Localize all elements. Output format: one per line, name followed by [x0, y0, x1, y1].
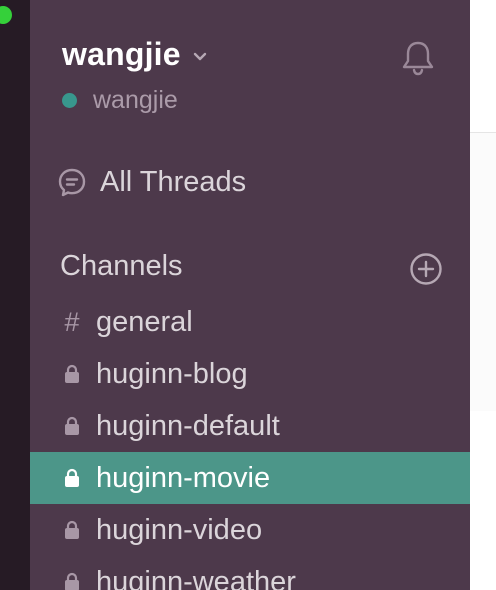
- channel-item-huginn-blog[interactable]: huginn-blog: [30, 348, 470, 400]
- app-window: wangjie wangjie All Threads Channels # g…: [0, 0, 496, 590]
- channel-label: general: [96, 305, 193, 338]
- channel-list: # general huginn-blog huginn-default hug…: [30, 296, 470, 590]
- channel-item-huginn-video[interactable]: huginn-video: [30, 504, 470, 556]
- threads-icon: [58, 168, 86, 197]
- channel-label: huginn-default: [96, 409, 280, 442]
- user-name: wangjie: [93, 86, 178, 114]
- channel-item-huginn-movie[interactable]: huginn-movie: [30, 452, 470, 504]
- channel-item-huginn-default[interactable]: huginn-default: [30, 400, 470, 452]
- all-threads-label: All Threads: [100, 165, 247, 198]
- bell-icon[interactable]: [398, 38, 438, 78]
- status-dot: [62, 93, 77, 108]
- channel-item-huginn-weather[interactable]: huginn-weather: [30, 556, 470, 590]
- lock-icon: [62, 518, 82, 542]
- lock-icon: [62, 466, 82, 490]
- team-name: wangjie: [62, 36, 181, 72]
- lock-icon: [62, 362, 82, 386]
- content-pane: [470, 133, 496, 411]
- channel-item-general[interactable]: # general: [30, 296, 470, 348]
- sidebar: wangjie wangjie All Threads Channels # g…: [30, 0, 470, 590]
- channels-header[interactable]: Channels: [60, 250, 183, 283]
- all-threads-link[interactable]: All Threads: [56, 160, 246, 204]
- plus-circle-icon[interactable]: [409, 252, 443, 286]
- chevron-down-icon: [193, 52, 206, 60]
- team-rail: [0, 0, 30, 590]
- channel-label: huginn-weather: [96, 565, 296, 590]
- team-menu-button[interactable]: wangjie: [62, 36, 207, 73]
- channel-label: huginn-blog: [96, 357, 248, 390]
- current-user: wangjie: [62, 86, 178, 115]
- lock-icon: [62, 570, 82, 590]
- channel-label: huginn-video: [96, 513, 263, 546]
- hash-icon: #: [64, 306, 80, 337]
- presence-dot: [0, 6, 12, 24]
- lock-icon: [62, 414, 82, 438]
- channel-label: huginn-movie: [96, 461, 271, 494]
